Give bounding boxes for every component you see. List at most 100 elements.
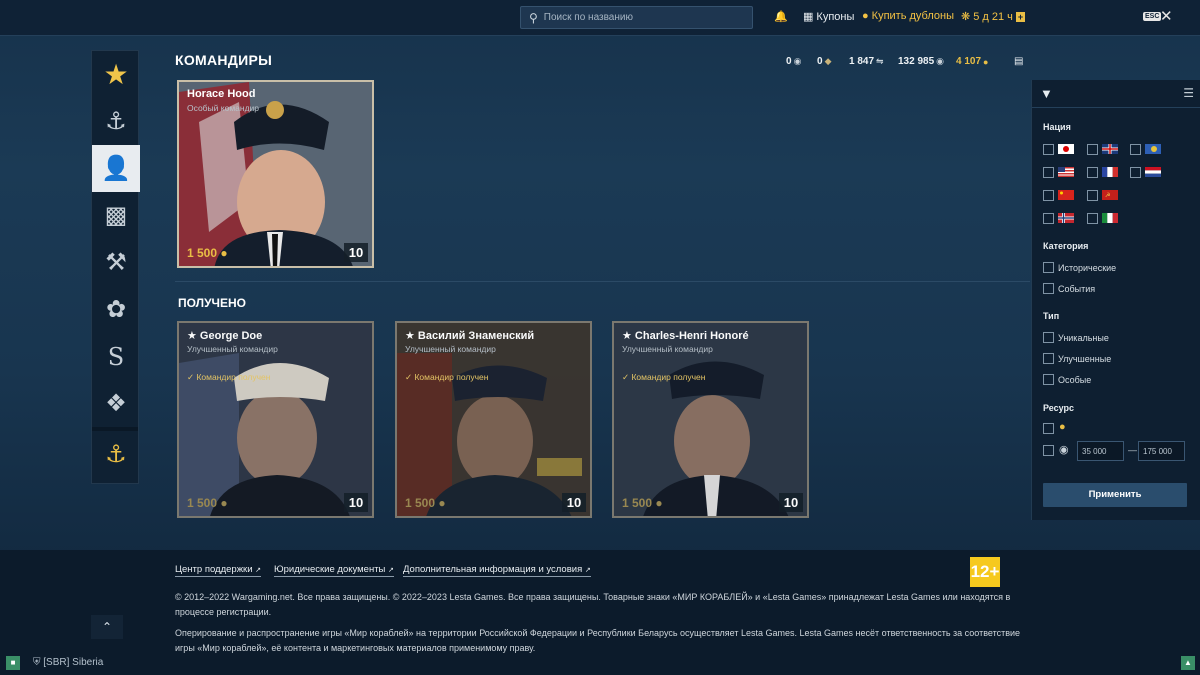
- wings-icon: ❖: [105, 390, 127, 417]
- commander-price: 1 500 ●: [405, 496, 446, 510]
- premium-account-button[interactable]: ❋ 5 д 21 ч +: [961, 10, 1026, 23]
- nation-china-checkbox[interactable]: [1043, 190, 1054, 201]
- sidebar-item-steel[interactable]: S: [92, 333, 140, 380]
- usa-flag-icon: [1058, 167, 1074, 177]
- commander-subtitle: Улучшенный командир: [622, 344, 713, 354]
- chat-icon[interactable]: ■: [6, 656, 20, 670]
- buy-doubloons-label: Купить дублоны: [871, 10, 954, 22]
- wallet-icon[interactable]: ▤: [1014, 56, 1023, 67]
- commander-level: 10: [779, 493, 803, 512]
- type-special-checkbox[interactable]: [1043, 374, 1054, 385]
- nation-usa-checkbox[interactable]: [1043, 167, 1054, 178]
- coupon-icon: ▦: [803, 11, 814, 23]
- uk-flag-icon: [1102, 144, 1118, 154]
- additional-info-link[interactable]: Дополнительная информация и условия ↗: [403, 564, 591, 577]
- sidebar-item-featured[interactable]: ★: [92, 51, 140, 98]
- commander-received-status: ✓ Командир получен: [405, 372, 489, 382]
- doubloon-coin-icon: ●: [655, 496, 663, 510]
- token-icon: ◉: [793, 56, 802, 66]
- type-unique-checkbox[interactable]: [1043, 332, 1054, 343]
- commander-card-featured[interactable]: Horace Hood Особый командир 1 500 ● 10: [177, 80, 374, 268]
- add-premium-icon[interactable]: +: [1015, 11, 1026, 22]
- received-section-title: ПОЛУЧЕНО: [178, 296, 246, 310]
- coupons-label: Купоны: [816, 10, 855, 23]
- external-link-icon: ↗: [388, 567, 394, 574]
- nation-japan-checkbox[interactable]: [1043, 144, 1054, 155]
- commander-level: 10: [562, 493, 586, 512]
- nation-ussr-checkbox[interactable]: [1087, 190, 1098, 201]
- list-view-icon[interactable]: ☰: [1183, 86, 1194, 100]
- search-box[interactable]: ⚲ Поиск по названию: [520, 6, 753, 29]
- commander-card-received[interactable]: ★ Charles-Henri Honoré Улучшенный команд…: [612, 321, 809, 518]
- search-input[interactable]: Поиск по названию: [544, 12, 633, 23]
- resource-credits-checkbox[interactable]: [1043, 445, 1054, 456]
- doubloons-counter: 4 107 ●: [956, 56, 989, 67]
- legal-documents-link[interactable]: Юридические документы ↗: [274, 564, 394, 577]
- sidebar-item-camouflages[interactable]: ✿: [92, 286, 140, 333]
- doubloon-coin-icon: ●: [983, 56, 989, 67]
- category-events-checkbox[interactable]: [1043, 283, 1054, 294]
- category-label: Категория: [1043, 241, 1089, 251]
- search-icon: ⚲: [529, 10, 538, 25]
- commander-name: ★ Василий Знаменский: [405, 330, 535, 342]
- category-events-label: События: [1058, 284, 1096, 294]
- nation-europe-checkbox[interactable]: [1043, 213, 1054, 224]
- support-center-link[interactable]: Центр поддержки ↗: [175, 564, 262, 577]
- scroll-up-button[interactable]: ⌃: [91, 615, 123, 639]
- china-flag-icon: [1058, 190, 1074, 200]
- sidebar-item-premium[interactable]: ⚓: [92, 431, 140, 478]
- nation-italy-checkbox[interactable]: [1087, 213, 1098, 224]
- resource-doubloons-checkbox[interactable]: [1043, 423, 1054, 434]
- sidebar-item-aviation[interactable]: ❖: [92, 380, 140, 427]
- resource-counter-3: 1 847 ⇋: [849, 56, 884, 67]
- operation-text: Оперирование и распространение игры «Мир…: [175, 628, 1021, 653]
- filter-header: ▼ ☰: [1032, 80, 1200, 108]
- anchor-wreath-icon: ⚓: [105, 441, 127, 468]
- notifications-icon[interactable]: ▲: [1181, 656, 1195, 670]
- netherlands-flag-icon: [1145, 167, 1161, 177]
- premium-time: 5 д 21 ч: [973, 10, 1013, 23]
- premium-wheel-icon: ❋: [961, 11, 971, 23]
- commander-subtitle: Улучшенный командир: [405, 344, 496, 354]
- steel-s-icon: S: [107, 342, 125, 371]
- apply-filter-button[interactable]: Применить: [1043, 483, 1187, 507]
- chevron-up-icon: ⌃: [101, 620, 113, 634]
- svg-text:☭: ☭: [1105, 192, 1110, 199]
- range-min-input[interactable]: 35 000: [1077, 441, 1124, 461]
- nation-uk-checkbox[interactable]: [1087, 144, 1098, 155]
- commander-card-received[interactable]: ★ Василий Знаменский Улучшенный командир…: [395, 321, 592, 518]
- top-bar: ⚲ Поиск по названию 🔔 ▦ Купоны ● Купить …: [0, 0, 1200, 36]
- filter-funnel-icon: ▼: [1040, 86, 1053, 101]
- type-improved-label: Улучшенные: [1058, 354, 1112, 364]
- buy-doubloons-button[interactable]: ● Купить дублоны: [862, 10, 954, 22]
- sidebar-item-commanders[interactable]: 👤: [92, 145, 140, 192]
- page-title: КОМАНДИРЫ: [175, 52, 273, 68]
- credits-counter: 132 985 ◉: [898, 56, 945, 67]
- credits-icon: ◉: [936, 56, 945, 66]
- category-historical-checkbox[interactable]: [1043, 262, 1054, 273]
- section-divider: [175, 281, 1030, 282]
- coupons-button[interactable]: ▦ Купоны: [803, 10, 855, 24]
- commander-price: 1 500 ●: [622, 496, 663, 510]
- doubloon-coin-icon: ●: [1059, 421, 1066, 433]
- type-improved-checkbox[interactable]: [1043, 353, 1054, 364]
- japan-flag-icon: [1058, 144, 1074, 154]
- crates-icon: ▩: [104, 202, 128, 229]
- category-historical-label: Исторические: [1058, 263, 1117, 273]
- commander-subtitle: Особый командир: [187, 103, 260, 113]
- range-max-input[interactable]: 175 000: [1138, 441, 1185, 461]
- sidebar-item-ships[interactable]: ⚓: [92, 98, 140, 145]
- notifications-bell-icon[interactable]: 🔔: [774, 10, 788, 23]
- sidebar-item-upgrades[interactable]: ⚒: [92, 239, 140, 286]
- close-icon[interactable]: ✕: [1160, 7, 1173, 25]
- ship-xp-icon: ⇋: [876, 56, 884, 66]
- nation-commonwealth-checkbox[interactable]: [1130, 144, 1141, 155]
- nation-netherlands-checkbox[interactable]: [1130, 167, 1141, 178]
- range-dash: —: [1128, 445, 1137, 455]
- sidebar-item-containers[interactable]: ▩: [92, 192, 140, 239]
- commander-card-received[interactable]: ★ George Doe Улучшенный командир ✓ Коман…: [177, 321, 374, 518]
- diamond-token-icon: ◆: [824, 56, 832, 66]
- clan-label[interactable]: ⛨ [SBR] Siberia: [33, 657, 103, 668]
- nation-france-checkbox[interactable]: [1087, 167, 1098, 178]
- signals-icon: ✿: [105, 296, 127, 323]
